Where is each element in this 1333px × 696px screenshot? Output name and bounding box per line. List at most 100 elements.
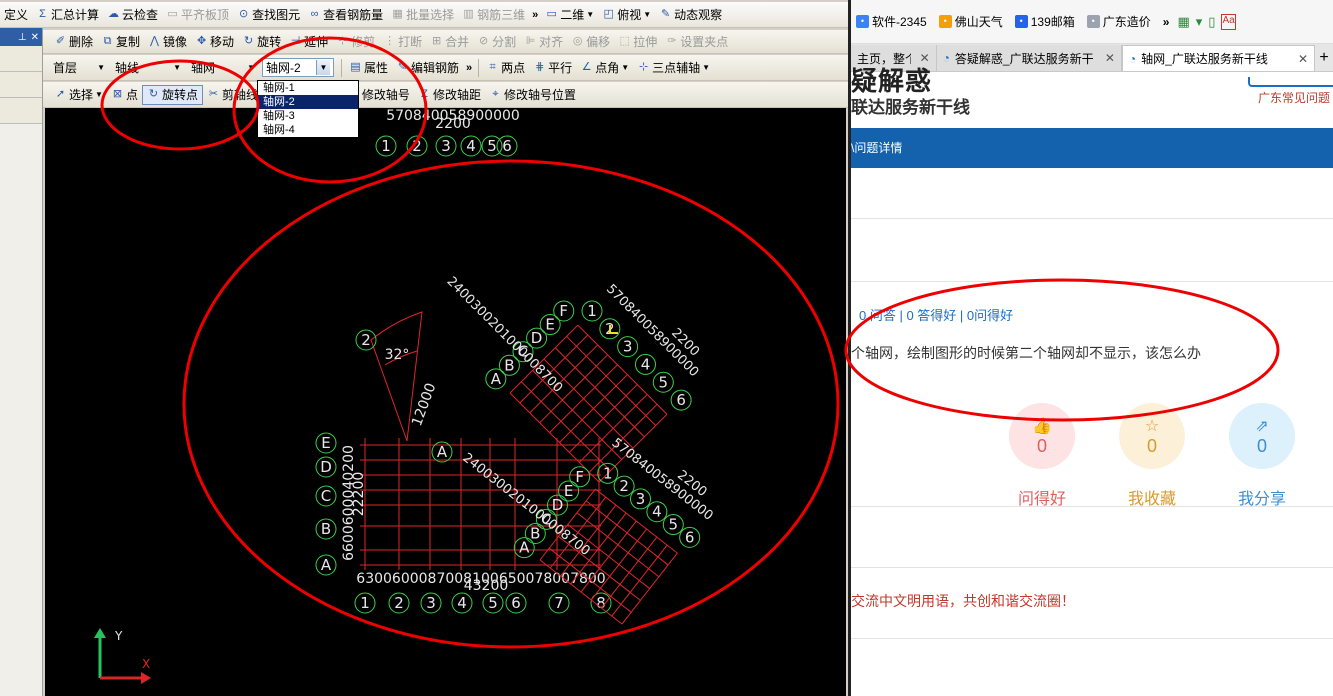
axis-grid-option[interactable]: 轴网-2 <box>258 95 358 109</box>
action-circle: 👍 0 <box>1009 403 1075 469</box>
axis-grid-combo[interactable]: 轴网-2 ▼ <box>262 58 334 77</box>
toolbar-button[interactable]: ∠ 点角 ▼ <box>576 58 633 78</box>
more-chevron-icon[interactable]: » <box>463 62 475 74</box>
toolbar-button[interactable]: ◎ 偏移 <box>567 32 614 52</box>
drawing-canvas[interactable]: 1 2 3 4 5 6 7 8 A B C D E 630060008700810065007800780… <box>45 108 846 696</box>
axis-label: A <box>491 370 502 388</box>
toolbar-button[interactable]: ✎ 动态观察 <box>655 5 726 25</box>
category-combo[interactable]: 轴线 ▼ <box>112 58 184 77</box>
axis-toolbar: ➚选择▼⊠点↻旋转点✂剪轴线▼⇡恢复轴线✍修改轴号Z修改轴距⌖修改轴号位置 <box>0 82 848 108</box>
offset-icon: ◎ <box>572 35 583 47</box>
toolbar-button[interactable]: ▥ 钢筋三维 <box>458 5 529 25</box>
toolbar-button[interactable]: ⊙ 查找图元 <box>233 5 304 25</box>
toolbar-button[interactable]: ⊘ 分割 <box>473 32 520 52</box>
axis-label: E <box>545 316 554 334</box>
browser-tab[interactable]: ◔ 轴网_广联达服务新干线 ✕ <box>1121 45 1316 71</box>
toolbar-button-label: 修改轴距 <box>432 88 481 102</box>
toolbar-button[interactable]: ↻ 旋转点 <box>141 84 203 105</box>
bookmark-item[interactable]: • 软件-2345 <box>856 13 927 30</box>
reader-icon[interactable]: ▯ <box>1208 14 1215 30</box>
toolbar-button[interactable]: ⌗ 两点 <box>482 58 529 78</box>
toolbar-button[interactable]: ⧉ 复制 <box>97 32 144 52</box>
guangdong-faq-link[interactable]: 广东常见问题 <box>1258 89 1330 106</box>
toolbar-button[interactable]: ⋮ 打断 <box>379 32 426 52</box>
toolbar-button[interactable]: 定义 <box>0 5 32 25</box>
action-circle: ☆ 0 <box>1119 403 1185 469</box>
axis-label: F <box>559 302 568 320</box>
toolbar-button[interactable]: ◰ 俯视 ▼ <box>598 5 655 25</box>
browser-tab[interactable]: ◔ 答疑解惑_广联达服务新干 ✕ <box>936 45 1122 71</box>
toolbar-button[interactable]: ✎ 编辑钢筋 <box>392 58 463 78</box>
toolbar-button[interactable]: ⊠ 点 <box>107 85 142 105</box>
toolbar-button-label: 云检查 <box>122 8 159 22</box>
floor-combo[interactable]: 首层 ▼ <box>50 58 108 77</box>
2345-icon: • <box>856 15 869 28</box>
toolbar-button[interactable]: ▭ 平齐板顶 <box>162 5 233 25</box>
axis-grid-option[interactable]: 轴网-4 <box>258 123 358 137</box>
axis-grid-option[interactable]: 轴网-3 <box>258 109 358 123</box>
toolbar-button[interactable]: Σ 汇总计算 <box>32 5 103 25</box>
star-icon: ☆ <box>1144 417 1160 435</box>
toolbar-button[interactable]: ▭ 二维 ▼ <box>541 5 598 25</box>
action-button[interactable]: ⇗ 0 我分享 <box>1227 403 1297 509</box>
toolbar-button[interactable]: Z 修改轴距 <box>414 85 485 105</box>
bookmarks-more-icon[interactable]: » <box>1163 15 1170 29</box>
type-combo[interactable]: 轴网 ▼ <box>188 58 258 77</box>
toolbar-button[interactable]: ⊹ 修剪 <box>332 32 379 52</box>
toolbar-button[interactable]: ▤ 属性 <box>345 58 392 78</box>
axis-label: 6 <box>502 137 512 155</box>
toolbar-button[interactable]: ➚ 选择 ▼ <box>50 85 107 105</box>
toolbar-button-label: 旋转点 <box>161 88 198 102</box>
axis-label: F <box>575 468 584 486</box>
close-icon[interactable]: ✕ <box>31 32 39 43</box>
toolbar-button[interactable]: ↻ 旋转 <box>238 32 285 52</box>
toolbar-button-label: 旋转 <box>257 35 282 49</box>
floor-combo-value: 首层 <box>53 61 78 75</box>
new-tab-button[interactable]: + <box>1315 45 1333 71</box>
toolbar-button[interactable]: ✥ 移动 <box>191 32 238 52</box>
font-size-icon[interactable]: Aa <box>1221 13 1236 30</box>
toolbar-button[interactable]: ⋕ 平行 <box>529 58 576 78</box>
breadcrumb-text[interactable]: \问题详情 <box>851 141 902 155</box>
action-circle: ⇗ 0 <box>1229 403 1295 469</box>
axis-label: 4 <box>641 355 651 373</box>
close-tab-icon[interactable]: ✕ <box>1105 51 1115 65</box>
parallel-icon: ⋕ <box>535 61 545 73</box>
pin-icon[interactable]: ⊥ <box>18 32 27 43</box>
action-button[interactable]: 👍 0 问得好 <box>1007 403 1077 509</box>
toolbar-button[interactable]: ⊞ 合并 <box>426 32 473 52</box>
toolbar-button[interactable]: ⬚ 拉伸 <box>614 32 661 52</box>
toolbar-separator <box>341 58 342 77</box>
bookmark-item[interactable]: • 139邮箱 <box>1014 13 1075 30</box>
toolbar-button-label: 钢筋三维 <box>477 8 526 22</box>
toolbar-button[interactable]: ☁ 云检查 <box>103 5 162 25</box>
bookmark-item[interactable]: • 佛山天气 <box>938 13 1003 30</box>
close-tab-icon[interactable]: ✕ <box>1298 52 1308 66</box>
toolbar-button[interactable]: ⋀ 镜像 <box>144 32 191 52</box>
divider <box>851 218 1333 219</box>
toolbar-button[interactable]: ⊫ 对齐 <box>520 32 567 52</box>
question-stats: 0 问答 | 0 答得好 | 0问得好 <box>859 308 1014 323</box>
axis-grid-option[interactable]: 轴网-1 <box>258 81 358 95</box>
more-chevron-icon[interactable]: » <box>529 9 541 21</box>
edit-toolbar: ✐ 删除 ⧉ 复制 ⋀ 镜像 ✥ 移动 ↻ 旋转 ⊣ 延伸 ⊹ 修剪 ⋮ 打断 ⊞ 合并 ⊘ 分割 ⊫ 对齐 ◎ 偏移 ⬚ 拉伸 ✑… <box>0 30 848 54</box>
chevron-down-icon[interactable]: ▼ <box>316 60 330 75</box>
edit-rebar-icon: ✎ <box>397 61 408 73</box>
axis-label: 3 <box>441 137 451 155</box>
apps-grid-icon[interactable]: ▦ <box>1177 14 1189 30</box>
toolbar-button[interactable]: ∞ 查看钢筋量 <box>304 5 387 25</box>
rotated-grid-line <box>580 520 637 593</box>
tab-title: 答疑解惑_广联达服务新干 <box>954 51 1094 66</box>
toolbar-button-label: 定义 <box>4 8 29 22</box>
toolbar-button[interactable]: ⊹ 三点辅轴 ▼ <box>633 58 714 78</box>
toolbar-button[interactable]: ⊣ 延伸 <box>285 32 332 52</box>
toolbar-button[interactable]: ⌖ 修改轴号位置 <box>485 85 580 105</box>
action-button[interactable]: ☆ 0 我收藏 <box>1117 403 1187 509</box>
chevron-down-icon[interactable]: ▾ <box>1196 14 1203 30</box>
axis-label: 3 <box>623 338 633 356</box>
toolbar-button[interactable]: ✐ 删除 <box>50 32 97 52</box>
toolbar-button[interactable]: ▦ 批量选择 <box>387 5 458 25</box>
bookmark-item[interactable]: • 广东造价 <box>1086 13 1151 30</box>
toolbar-button[interactable]: ✑ 设置夹点 <box>661 32 732 52</box>
rebar-3d-icon: ▥ <box>463 8 474 20</box>
